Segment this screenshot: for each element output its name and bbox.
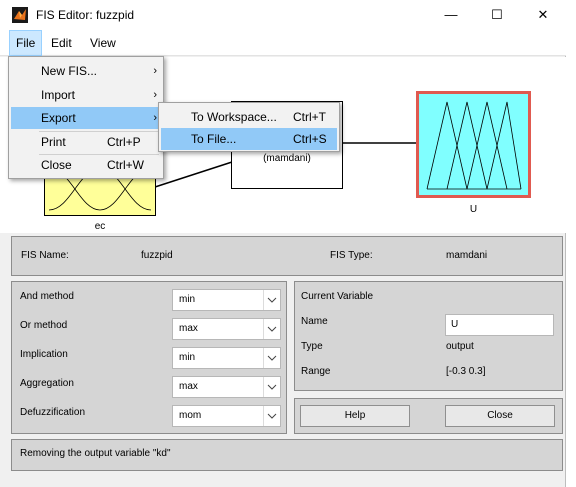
chevron-right-icon: › [153,112,157,124]
variable-type-value: output [446,341,474,352]
buttons-panel: Help Close [294,398,563,434]
window-title: FIS Editor: fuzzpid [36,8,135,22]
menu-view[interactable]: View [84,30,122,56]
output-membership-plot [426,101,522,190]
variable-type-label: Type [301,341,323,352]
fis-name-value: fuzzpid [141,250,173,261]
chevron-right-icon: › [153,65,157,77]
close-button[interactable]: Close [445,405,555,427]
close-label: Close [41,158,72,172]
aggregation-label: Aggregation [20,378,74,389]
to-workspace-label: To Workspace... [191,110,277,124]
variable-range-label: Range [301,366,331,377]
to-file-shortcut: Ctrl+S [293,132,327,146]
fis-editor-window: FIS Editor: fuzzpid — ☐ ✕ File Edit View… [0,0,566,487]
export-submenu: To Workspace... Ctrl+T To File... Ctrl+S [158,102,340,152]
menu-item-to-file[interactable]: To File... Ctrl+S [161,128,337,150]
print-shortcut: Ctrl+P [107,135,141,149]
chevron-right-icon: › [153,89,157,101]
variable-range-value: [-0.3 0.3] [446,366,486,377]
rule-block-type: (mamdani) [263,153,311,164]
chevron-down-icon [263,406,280,426]
or-method-select[interactable]: max [172,318,281,340]
menu-item-to-workspace[interactable]: To Workspace... Ctrl+T [161,106,337,128]
output-variable-u[interactable] [416,91,531,198]
import-label: Import [41,88,76,102]
and-method-value: min [179,294,196,305]
or-method-label: Or method [20,320,68,331]
maximize-button[interactable]: ☐ [474,0,520,30]
input-label: ec [94,221,106,232]
current-variable-title: Current Variable [301,291,374,302]
to-workspace-shortcut: Ctrl+T [293,110,326,124]
methods-panel: And method min Or method max Implication… [11,281,287,434]
help-button[interactable]: Help [300,405,410,427]
maximize-icon: ☐ [491,7,503,22]
minimize-icon: — [444,7,458,22]
aggregation-select[interactable]: max [172,376,281,398]
output-label: U [469,204,478,215]
menu-item-close[interactable]: Close Ctrl+W [11,154,161,176]
implication-value: min [179,352,196,363]
variable-name-input[interactable]: U [445,314,554,336]
implication-label: Implication [20,349,68,360]
and-method-select[interactable]: min [172,289,281,311]
title-bar: FIS Editor: fuzzpid — ☐ ✕ [0,0,566,30]
menu-item-print[interactable]: Print Ctrl+P [11,131,161,153]
and-method-label: And method [20,291,74,302]
fis-info-panel: FIS Name: fuzzpid FIS Type: mamdani [11,236,563,276]
fis-name-label: FIS Name: [21,250,69,261]
menu-item-import[interactable]: Import › [11,84,161,106]
defuzzification-label: Defuzzification [20,407,86,418]
status-panel: Removing the output variable "kd" [11,439,563,471]
chevron-down-icon [263,348,280,368]
chevron-down-icon [263,319,280,339]
status-message: Removing the output variable "kd" [20,448,171,459]
chevron-down-icon [263,290,280,310]
print-label: Print [41,135,66,149]
menu-item-new-fis[interactable]: New FIS... › [11,60,161,82]
variable-name-label: Name [301,316,328,327]
aggregation-value: max [179,381,198,392]
chevron-down-icon [263,377,280,397]
close-shortcut: Ctrl+W [107,158,144,172]
defuzzification-select[interactable]: mom [172,405,281,427]
menu-item-export[interactable]: Export › [11,107,161,129]
close-icon: ✕ [537,7,549,22]
close-window-button[interactable]: ✕ [520,0,566,30]
fis-type-label: FIS Type: [330,250,373,261]
implication-select[interactable]: min [172,347,281,369]
menu-file[interactable]: File [9,30,43,56]
current-variable-panel: Current Variable Name U Type output Rang… [294,281,563,391]
file-menu-dropdown: New FIS... › Import › Export › Print Ctr… [8,56,164,179]
defuzzification-value: mom [179,410,202,421]
new-fis-label: New FIS... [41,64,98,78]
menu-edit[interactable]: Edit [45,30,78,56]
export-label: Export [41,111,76,125]
or-method-value: max [179,323,198,334]
fis-type-value: mamdani [446,250,488,261]
to-file-label: To File... [191,132,237,146]
minimize-button[interactable]: — [428,0,474,30]
matlab-icon [12,7,28,23]
